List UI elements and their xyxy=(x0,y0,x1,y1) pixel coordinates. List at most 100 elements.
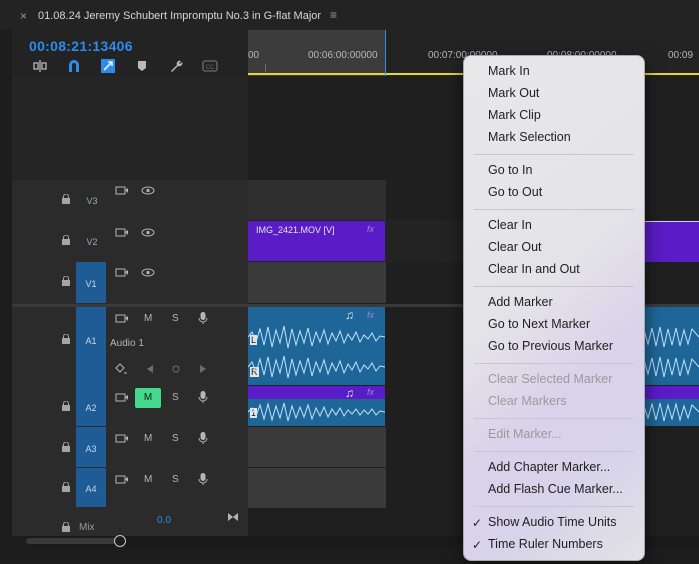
sync-lock-icon[interactable] xyxy=(115,185,129,199)
audio-clip-a2[interactable]: ♫ fx 1 xyxy=(248,386,385,426)
audio-clip-a1-right[interactable] xyxy=(640,307,699,385)
lock-icon[interactable] xyxy=(61,234,71,245)
lock-icon[interactable] xyxy=(61,333,71,344)
video-clip-right[interactable] xyxy=(640,221,699,262)
menu-item-add-flash-cue-marker[interactable]: Add Flash Cue Marker... xyxy=(488,482,623,496)
menu-item-time-ruler-numbers[interactable]: Time Ruler Numbers xyxy=(488,537,603,551)
sync-lock-icon[interactable] xyxy=(115,474,129,488)
eye-icon[interactable] xyxy=(141,227,155,241)
menu-item-go-to-in[interactable]: Go to In xyxy=(488,163,532,177)
menu-item-mark-in[interactable]: Mark In xyxy=(488,64,530,78)
track-target-a1[interactable]: A1 xyxy=(76,307,106,386)
wrench-settings-icon[interactable] xyxy=(168,58,184,74)
track-header-v1 xyxy=(12,262,248,305)
microphone-icon[interactable] xyxy=(197,431,209,448)
previous-keyframe-icon[interactable] xyxy=(146,364,154,377)
menu-item-mark-out[interactable]: Mark Out xyxy=(488,86,539,100)
ruler-label: 00 xyxy=(248,50,260,61)
snap-magnet-icon[interactable] xyxy=(66,58,82,74)
lock-icon[interactable] xyxy=(61,521,71,532)
menu-item-clear-in[interactable]: Clear In xyxy=(488,218,532,232)
menu-item-clear-out[interactable]: Clear Out xyxy=(488,240,542,254)
sync-lock-icon[interactable] xyxy=(115,313,129,327)
mix-track-header xyxy=(12,508,248,536)
track-name-a2: A2 xyxy=(85,403,97,413)
mix-skip-icon[interactable] xyxy=(227,512,239,525)
menu-item-show-audio-time-units[interactable]: Show Audio Time Units xyxy=(488,515,617,529)
mute-button[interactable]: M xyxy=(144,313,152,324)
menu-item-go-to-out[interactable]: Go to Out xyxy=(488,185,542,199)
playhead-timecode[interactable]: 00:08:21:13406 xyxy=(29,38,133,54)
lane-v1-segment xyxy=(248,262,386,303)
mix-volume-value[interactable]: 0.0 xyxy=(157,515,171,526)
video-clip[interactable]: IMG_2421.MOV [V] fx xyxy=(248,221,385,261)
track-target-v1[interactable]: V1 xyxy=(76,262,106,303)
menu-item-clear-in-and-out[interactable]: Clear In and Out xyxy=(488,262,580,276)
microphone-icon[interactable] xyxy=(197,472,209,489)
mute-button[interactable]: M xyxy=(144,474,152,485)
track-target-a4[interactable]: A4 xyxy=(76,468,106,507)
track-header-v3 xyxy=(12,180,248,221)
sync-lock-icon[interactable] xyxy=(115,267,129,281)
lock-icon[interactable] xyxy=(61,400,71,411)
checkmark-icon: ✓ xyxy=(472,538,483,552)
microphone-icon[interactable] xyxy=(197,311,209,328)
menu-separator xyxy=(474,154,634,155)
microphone-icon[interactable] xyxy=(197,390,209,407)
menu-separator xyxy=(474,418,634,419)
add-marker-icon[interactable] xyxy=(134,58,150,74)
menu-separator xyxy=(474,451,634,452)
audio-clip-a2-right[interactable] xyxy=(640,386,699,426)
track-name-v2[interactable]: V2 xyxy=(77,237,107,247)
linked-selection-icon[interactable] xyxy=(100,58,116,74)
add-keyframe-icon[interactable] xyxy=(171,364,181,377)
track-target-a3[interactable]: A3 xyxy=(76,427,106,467)
track-header-a4 xyxy=(12,468,248,509)
audio-waveform xyxy=(248,402,385,422)
track-header-a3 xyxy=(12,427,248,469)
close-tab-icon[interactable]: × xyxy=(20,9,27,23)
audio-waveform xyxy=(640,326,699,378)
track-header-v2 xyxy=(12,220,248,263)
menu-item-add-chapter-marker[interactable]: Add Chapter Marker... xyxy=(488,460,610,474)
track-name-v3[interactable]: V3 xyxy=(77,196,107,206)
solo-button[interactable]: S xyxy=(172,433,179,444)
eye-icon[interactable] xyxy=(141,267,155,281)
playhead[interactable] xyxy=(385,30,386,76)
keyframe-toggle-icon[interactable] xyxy=(114,362,128,379)
mix-label: Mix xyxy=(79,522,95,533)
insert-sequence-icon[interactable] xyxy=(32,58,48,74)
track-header-empty xyxy=(12,76,248,180)
lock-icon[interactable] xyxy=(61,193,71,204)
sequence-title[interactable]: 01.08.24 Jeremy Schubert Impromptu No.3 … xyxy=(38,10,321,22)
menu-item-mark-selection[interactable]: Mark Selection xyxy=(488,130,571,144)
audio-clip-a1[interactable]: ♫ fx L R xyxy=(248,307,385,385)
mute-button[interactable]: M xyxy=(144,433,152,444)
menu-item-mark-clip[interactable]: Mark Clip xyxy=(488,108,541,122)
lock-icon[interactable] xyxy=(61,481,71,492)
scrollbar-thumb[interactable] xyxy=(26,538,120,544)
sync-lock-icon[interactable] xyxy=(115,433,129,447)
panel-menu-icon[interactable]: ≡ xyxy=(330,8,337,22)
menu-item-go-to-next-marker[interactable]: Go to Next Marker xyxy=(488,317,590,331)
menu-item-add-marker[interactable]: Add Marker xyxy=(488,295,553,309)
music-note-icon: ♫ xyxy=(345,308,354,322)
menu-separator xyxy=(474,286,634,287)
eye-icon[interactable] xyxy=(141,185,155,199)
lock-icon[interactable] xyxy=(61,441,71,452)
captions-icon[interactable]: CC xyxy=(202,58,218,74)
solo-button[interactable]: S xyxy=(172,392,179,403)
track-target-a2[interactable]: A2 xyxy=(76,386,106,426)
fx-badge: fx xyxy=(367,224,375,234)
mute-button-active[interactable]: M xyxy=(135,388,161,408)
lock-icon[interactable] xyxy=(61,275,71,286)
next-keyframe-icon[interactable] xyxy=(199,364,207,377)
track-label-a1[interactable]: Audio 1 xyxy=(110,338,144,349)
solo-button[interactable]: S xyxy=(172,474,179,485)
sync-lock-icon[interactable] xyxy=(115,227,129,241)
sync-lock-icon[interactable] xyxy=(115,392,129,406)
track-name-v1: V1 xyxy=(85,279,97,289)
solo-button[interactable]: S xyxy=(172,313,179,324)
menu-item-go-to-previous-marker[interactable]: Go to Previous Marker xyxy=(488,339,613,353)
scrollbar-zoom-handle[interactable] xyxy=(114,535,126,547)
